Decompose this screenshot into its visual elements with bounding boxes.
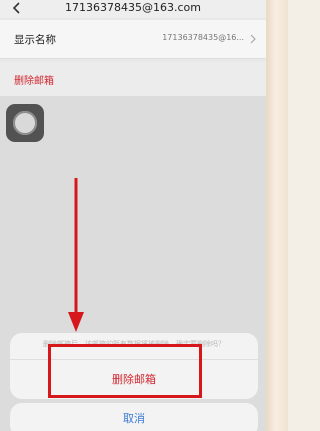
- chevron-right-icon: [250, 34, 256, 44]
- top-bar: 17136378435@163.com: [0, 0, 266, 18]
- annotation-arrow-icon: [68, 178, 84, 332]
- page-title: 17136378435@163.com: [65, 1, 201, 14]
- display-name-value: 17136378435@16...: [162, 33, 244, 42]
- annotation-highlight-box: [48, 344, 202, 398]
- cancel-button[interactable]: 取消: [10, 403, 258, 431]
- phone-frame-edge: [266, 0, 288, 431]
- delete-mailbox-label: 删除邮箱: [14, 76, 54, 87]
- assistive-touch-button[interactable]: [6, 104, 44, 142]
- delete-mailbox-row[interactable]: 删除邮箱: [0, 62, 266, 96]
- display-name-label: 显示名称: [14, 34, 56, 46]
- display-name-row[interactable]: 显示名称 17136378435@16...: [0, 20, 266, 59]
- assistive-touch-icon: [13, 111, 37, 135]
